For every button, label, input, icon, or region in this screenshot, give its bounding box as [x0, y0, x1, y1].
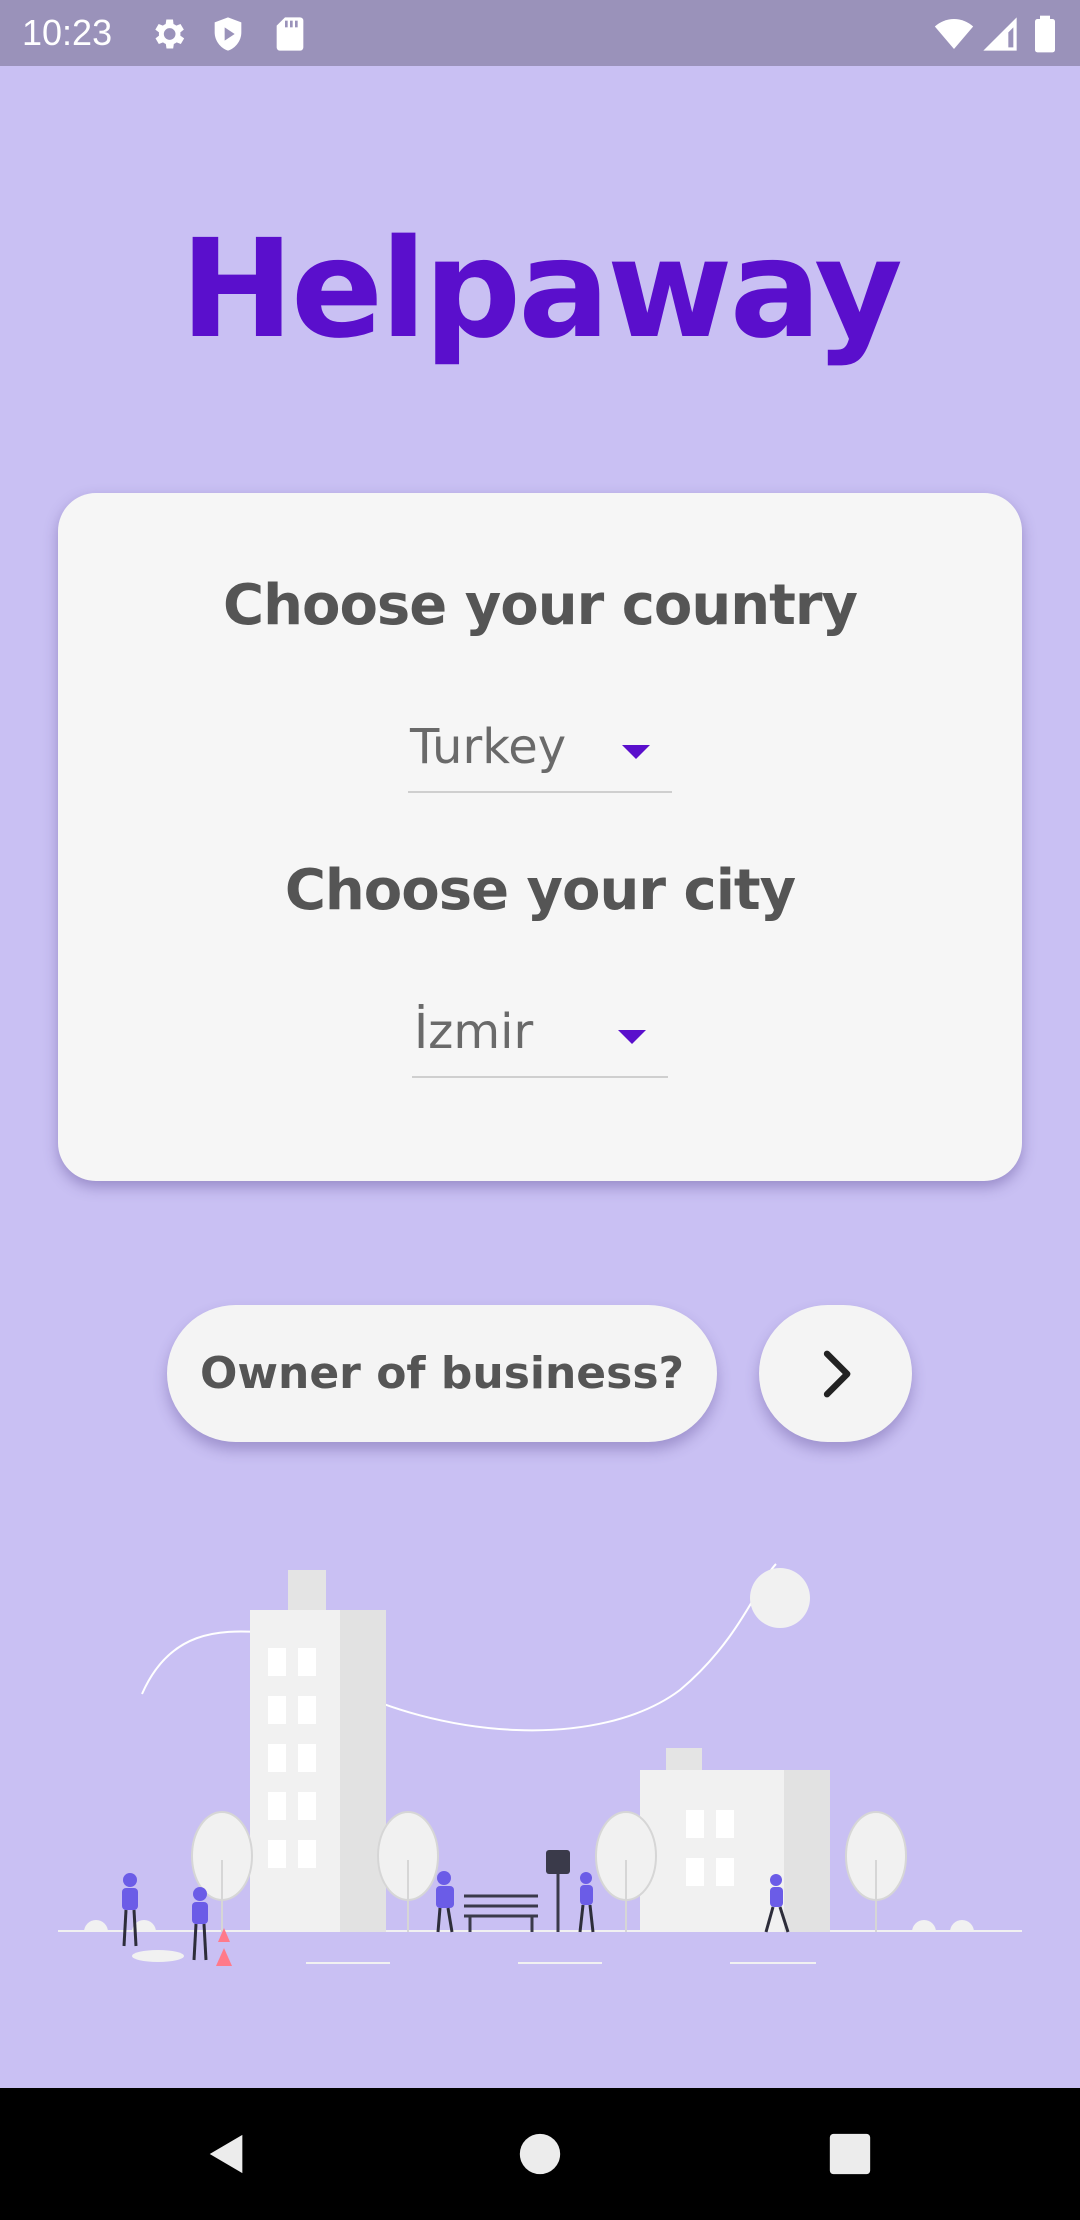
- shield-icon: [214, 17, 242, 51]
- dropdown-arrow-icon: [622, 745, 650, 759]
- home-icon[interactable]: [518, 2132, 562, 2176]
- status-time: 10:23: [22, 12, 113, 53]
- country-dropdown[interactable]: Turkey: [408, 711, 672, 793]
- city-selected-value: İzmir: [414, 1004, 534, 1060]
- city-dropdown[interactable]: İzmir: [412, 996, 668, 1078]
- battery-icon: [1035, 15, 1055, 53]
- back-icon[interactable]: [204, 2130, 250, 2178]
- recents-icon[interactable]: [828, 2132, 872, 2176]
- app-title: Helpaway: [180, 211, 903, 369]
- navigation-bar: [0, 2088, 1080, 2220]
- sd-card-icon: [276, 17, 304, 51]
- dropdown-arrow-icon: [618, 1030, 646, 1044]
- city-illustration: [58, 1563, 1022, 1966]
- country-heading: Choose your country: [223, 573, 858, 638]
- city-heading: Choose your city: [284, 858, 796, 923]
- signal-icon: [983, 17, 1017, 51]
- chevron-right-icon: [823, 1350, 851, 1398]
- country-selected-value: Turkey: [410, 719, 567, 775]
- status-bar: 10:23: [0, 0, 1080, 66]
- next-button[interactable]: [759, 1305, 912, 1442]
- gear-icon: [155, 19, 185, 49]
- owner-of-business-button[interactable]: Owner of business?: [167, 1305, 717, 1442]
- location-card: Choose your country Turkey Choose your c…: [58, 493, 1022, 1181]
- wifi-icon: [934, 19, 974, 49]
